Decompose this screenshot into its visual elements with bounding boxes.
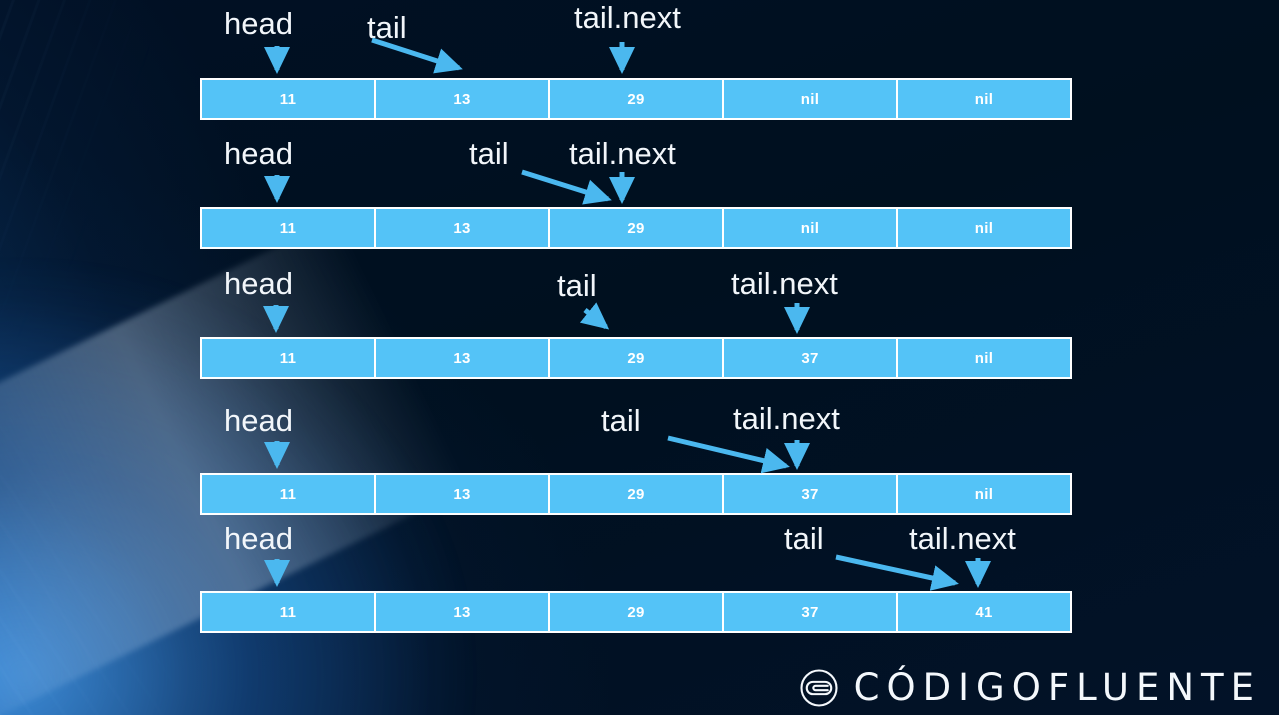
node-cell: 29 (550, 593, 724, 631)
node-cell: 29 (550, 475, 724, 513)
step-3-head-label: head (224, 266, 293, 301)
node-cell: 29 (550, 209, 724, 247)
node-cell: 11 (202, 80, 376, 118)
node-cell: 29 (550, 80, 724, 118)
step-4-tailnext-label: tail.next (733, 401, 840, 436)
step-2-head-label: head (224, 136, 293, 171)
step-3-tailnext-label: tail.next (731, 266, 838, 301)
node-cell: nil (974, 219, 994, 237)
step-1-head-label: head (224, 6, 293, 41)
step-5-tailnext-label: tail.next (909, 521, 1016, 556)
node-cell: 13 (376, 339, 550, 377)
step-1-tailnext-label: tail.next (574, 0, 681, 35)
step-3-tail-label: tail (557, 268, 597, 303)
node-cell: 11 (202, 339, 376, 377)
circle-c-logo-icon (800, 668, 838, 707)
brand-logo-text: CÓDIGOFLUENTE (853, 666, 1261, 709)
node-cell: nil (724, 80, 898, 118)
node-cell: 37 (724, 593, 898, 631)
node-cell: 13 (376, 209, 550, 247)
step-5-tail-label: tail (784, 521, 824, 556)
node-cell: 11 (202, 593, 376, 631)
brand-logo: CÓDIGOFLUENTE (798, 666, 1261, 709)
node-cell: 13 (376, 80, 550, 118)
node-cell: 37 (724, 339, 898, 377)
step-4-head-label: head (224, 403, 293, 438)
step-4-tail-label: tail (601, 403, 641, 438)
step-2-tailnext-label: tail.next (569, 136, 676, 171)
step-5-head-label: head (224, 521, 293, 556)
step-5-node-table: 11 13 29 37 41 (200, 591, 1072, 633)
step-4-node-table: 11 13 29 37 nil (200, 473, 1072, 515)
node-cell: 41 (975, 603, 993, 621)
node-cell: nil (974, 90, 994, 108)
node-cell: 37 (724, 475, 898, 513)
node-cell: 11 (202, 209, 376, 247)
node-cell: nil (974, 349, 994, 367)
step-2-node-table: 11 13 29 nil nil (200, 207, 1072, 249)
step-1-node-table: 11 13 29 nil nil (200, 78, 1072, 120)
node-cell: nil (724, 209, 898, 247)
step-1-tail-label: tail (367, 10, 407, 45)
step-3-node-table: 11 13 29 37 nil (200, 337, 1072, 379)
node-cell: 13 (376, 593, 550, 631)
node-cell: 11 (202, 475, 376, 513)
slide-canvas: head tail tail.next 11 13 29 nil nil hea… (0, 0, 1279, 715)
node-cell: nil (974, 485, 994, 503)
node-cell: 29 (550, 339, 724, 377)
node-cell: 13 (376, 475, 550, 513)
step-2-tail-label: tail (469, 136, 509, 171)
